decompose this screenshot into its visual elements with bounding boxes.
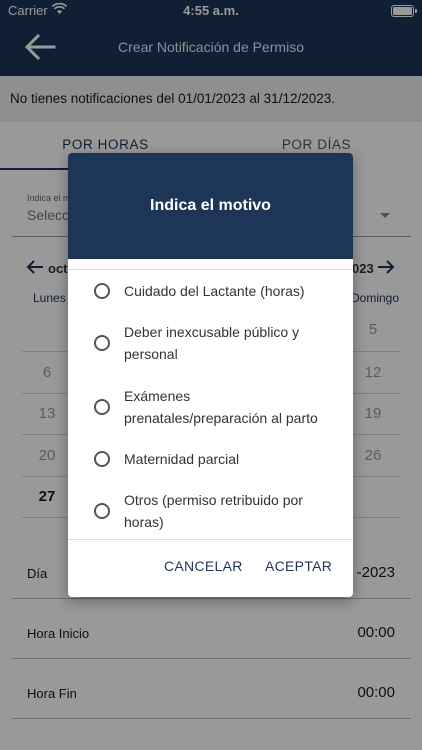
reason-dialog: Indica el motivo Cuidado del Lactante (h… [68, 153, 353, 597]
option-deber-inexcusable[interactable]: Deber inexcusable público y personal [68, 321, 353, 365]
option-label: Maternidad parcial [124, 451, 240, 467]
option-maternidad-parcial[interactable]: Maternidad parcial [68, 448, 353, 470]
dialog-header: Indica el motivo [68, 153, 353, 259]
option-examenes-prenatales[interactable]: Exámenes prenatales/preparación al parto [68, 385, 353, 429]
accept-button[interactable]: ACEPTAR [265, 558, 332, 574]
option-otros[interactable]: Otros (permiso retribuido por horas) [68, 489, 353, 533]
option-cuidado-lactante[interactable]: Cuidado del Lactante (horas) [68, 280, 353, 302]
option-label: Deber inexcusable público y personal [124, 324, 300, 362]
radio-icon[interactable] [94, 283, 110, 299]
dialog-title: Indica el motivo [150, 197, 271, 214]
radio-icon[interactable] [94, 335, 110, 351]
option-label: Cuidado del Lactante (horas) [124, 283, 305, 299]
dialog-divider [68, 269, 353, 270]
cancel-button[interactable]: CANCELAR [164, 558, 243, 574]
radio-icon[interactable] [94, 451, 110, 467]
radio-icon[interactable] [94, 503, 110, 519]
radio-icon[interactable] [94, 399, 110, 415]
dialog-divider [68, 539, 353, 540]
option-label: Exámenes prenatales/preparación al parto [124, 388, 318, 426]
option-label: Otros (permiso retribuido por horas) [124, 492, 303, 530]
